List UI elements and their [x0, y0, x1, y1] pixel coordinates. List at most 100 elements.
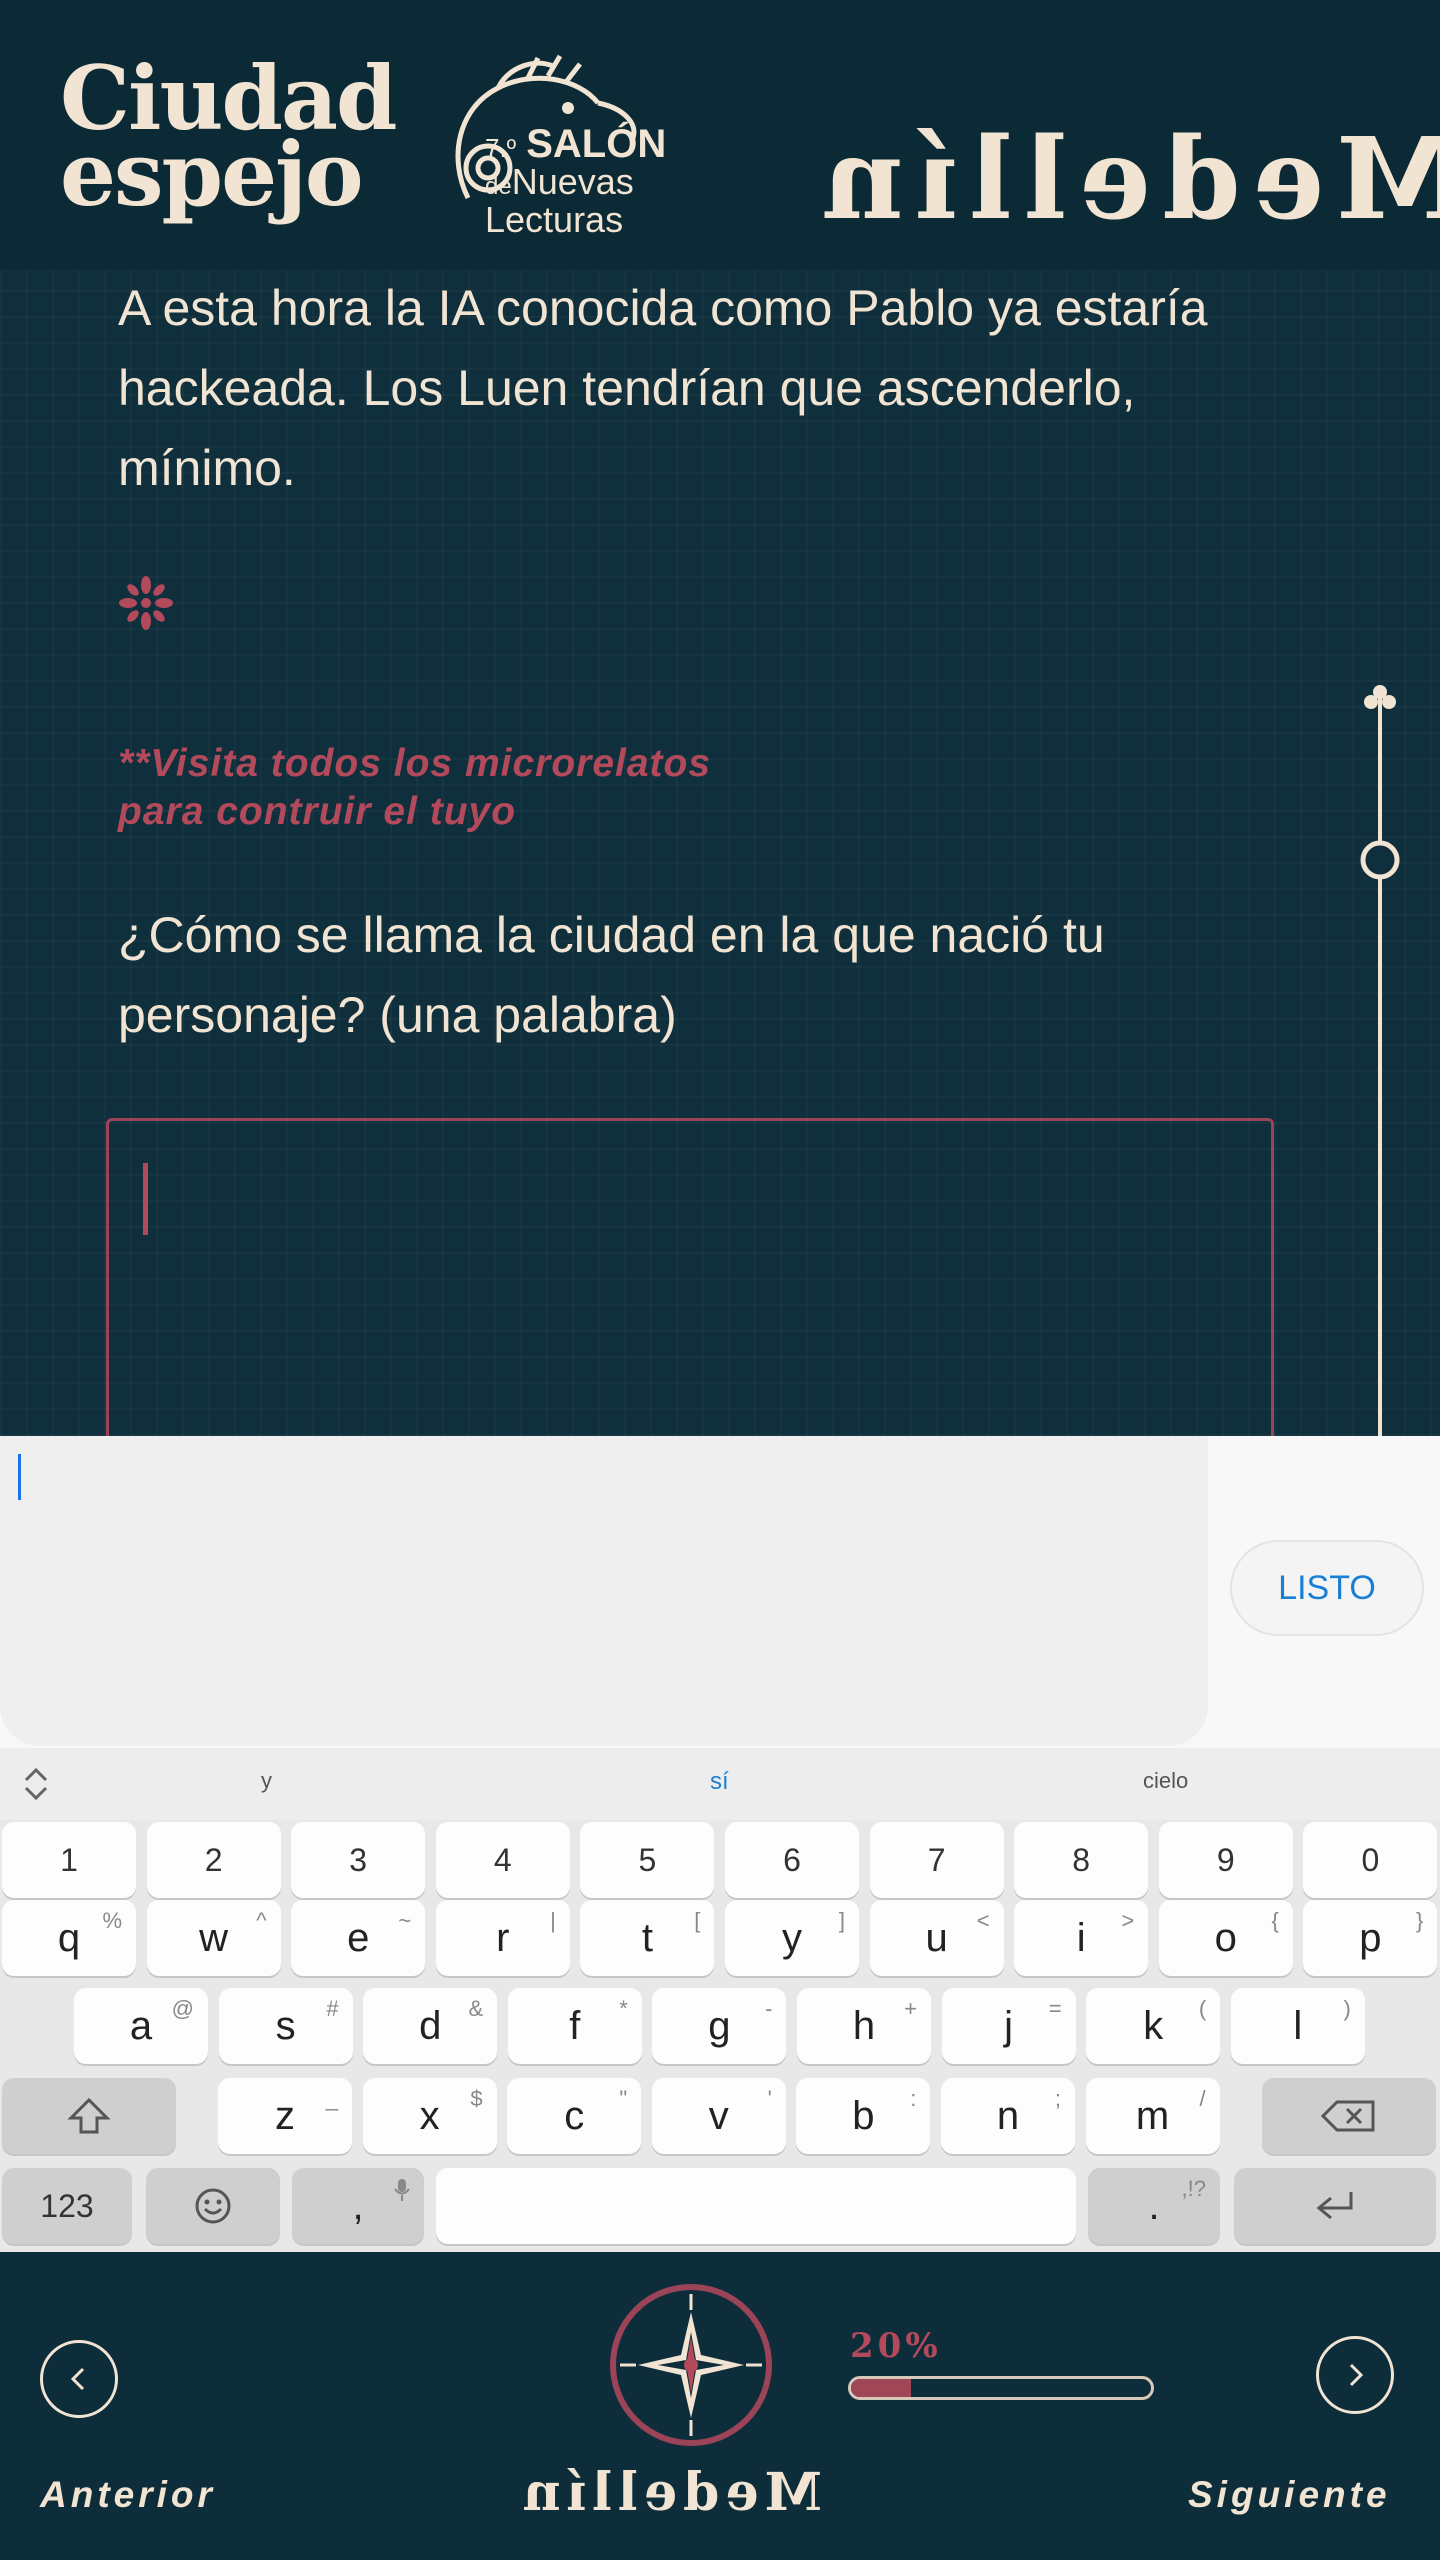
- key-d[interactable]: d &: [363, 1988, 498, 2064]
- timeline-cross-icon: [1364, 685, 1396, 724]
- key-t-label: t: [641, 1915, 653, 1960]
- key-y[interactable]: y]: [725, 1900, 859, 1976]
- key-9-label: 9: [1216, 1841, 1235, 1878]
- key-z[interactable]: z _: [218, 2078, 352, 2154]
- backspace-icon: [1320, 2100, 1375, 2132]
- key-x[interactable]: x $: [362, 2078, 497, 2154]
- collapse-suggestions-icon[interactable]: [18, 1764, 54, 1804]
- key-6[interactable]: 6: [725, 1822, 859, 1898]
- key-u[interactable]: u <: [869, 1900, 1004, 1976]
- key-w[interactable]: w ^: [146, 1900, 281, 1976]
- key-c-label: c: [564, 2093, 585, 2138]
- key-m-label: m: [1135, 2093, 1170, 2138]
- key-l-label: l: [1293, 2003, 1303, 2048]
- compass-rose-icon[interactable]: [608, 2282, 774, 2448]
- enter-icon: [1316, 2192, 1353, 2220]
- key-8[interactable]: 8: [1014, 1822, 1149, 1898]
- previous-label[interactable]: Anterior: [40, 2474, 216, 2516]
- suggestion-center[interactable]: sí: [710, 1768, 729, 1796]
- key-s-label: s: [275, 2003, 296, 2048]
- suggestion-right[interactable]: cielo: [1143, 1768, 1188, 1794]
- comma-label: ,: [352, 2183, 364, 2228]
- key-f[interactable]: f *: [507, 1988, 642, 2064]
- backspace-key[interactable]: [1262, 2078, 1436, 2154]
- question-text: ¿Cómo se llama la ciudad en la que nació…: [118, 907, 1105, 1043]
- key-k-secondary: (: [1198, 1996, 1207, 2021]
- enter-key[interactable]: [1234, 2168, 1436, 2244]
- key-p[interactable]: p}: [1303, 1900, 1438, 1976]
- note-line-1: **Visita todos los microrelatos: [118, 742, 712, 785]
- salon-de: de: [485, 173, 512, 200]
- key-a-secondary: @: [171, 1996, 194, 2021]
- key-a[interactable]: a @: [74, 1988, 208, 2064]
- key-q[interactable]: q%: [2, 1900, 136, 1976]
- next-button[interactable]: [1316, 2336, 1394, 2414]
- key-k-label: k: [1143, 2003, 1164, 2048]
- shift-key[interactable]: [2, 2078, 176, 2154]
- ime-extract-input[interactable]: [0, 1436, 1208, 1746]
- key-6-label: 6: [783, 1841, 801, 1878]
- mode-123-key[interactable]: 123: [2, 2168, 132, 2244]
- key-g[interactable]: g-: [652, 1988, 787, 2064]
- bottom-navigation: Anterior Medellín 20% Siguiente: [0, 2252, 1440, 2560]
- ime-extract-bar: LISTO: [0, 1436, 1440, 1748]
- space-key[interactable]: [436, 2168, 1076, 2244]
- period-alt-label: ,!?: [1181, 2176, 1206, 2201]
- key-h-label: h: [852, 2003, 876, 2048]
- key-b-label: b: [852, 2093, 875, 2138]
- key-q-label: q: [57, 1915, 81, 1960]
- note-line-2: para contruir el tuyo: [118, 790, 517, 833]
- key-o[interactable]: o{: [1158, 1900, 1293, 1976]
- shift-icon: [67, 2097, 111, 2134]
- key-k[interactable]: k(: [1086, 1988, 1221, 2064]
- key-c[interactable]: c ": [507, 2078, 642, 2154]
- key-h[interactable]: h +: [797, 1988, 931, 2064]
- key-7-label: 7: [927, 1841, 946, 1878]
- key-2[interactable]: 2: [146, 1822, 281, 1898]
- key-e[interactable]: e ~: [291, 1900, 426, 1976]
- key-3[interactable]: 3: [291, 1822, 426, 1898]
- number-row: 1 2 3 4 5 6 7 8 9 0: [0, 1822, 1440, 1900]
- key-e-label: e: [347, 1915, 370, 1960]
- key-n[interactable]: n;: [941, 2078, 1075, 2154]
- next-label[interactable]: Siguiente: [1188, 2474, 1391, 2516]
- done-button[interactable]: LISTO: [1230, 1540, 1424, 1636]
- key-0[interactable]: 0: [1303, 1822, 1438, 1898]
- key-v[interactable]: v ': [651, 2078, 786, 2154]
- answer-input[interactable]: [106, 1118, 1274, 1436]
- key-m[interactable]: m /: [1085, 2078, 1220, 2154]
- key-j[interactable]: j =: [941, 1988, 1076, 2064]
- previous-button[interactable]: [40, 2340, 118, 2418]
- key-v-label: v: [708, 2093, 729, 2138]
- key-5[interactable]: 5: [580, 1822, 715, 1898]
- period-key[interactable]: . ,!?: [1088, 2168, 1220, 2244]
- key-0-label: 0: [1361, 1841, 1380, 1878]
- key-m-secondary: /: [1199, 2086, 1206, 2111]
- key-z-label: z: [275, 2093, 295, 2138]
- key-f-label: f: [569, 2003, 581, 2048]
- key-y-label: y: [782, 1915, 802, 1960]
- key-b[interactable]: b:: [796, 2078, 931, 2154]
- key-9[interactable]: 9: [1158, 1822, 1293, 1898]
- key-1[interactable]: 1: [2, 1822, 136, 1898]
- key-i[interactable]: i >: [1014, 1900, 1149, 1976]
- key-e-secondary: ~: [398, 1908, 412, 1933]
- key-g-secondary: -: [765, 1996, 773, 2021]
- key-r[interactable]: r |: [435, 1900, 570, 1976]
- key-7[interactable]: 7: [869, 1822, 1004, 1898]
- key-i-label: i: [1076, 1915, 1086, 1960]
- comma-key[interactable]: ,: [292, 2168, 424, 2244]
- key-t[interactable]: t[: [580, 1900, 715, 1976]
- medellin-mirrored-footer: Medellín: [516, 2462, 822, 2523]
- emoji-key[interactable]: [146, 2168, 280, 2244]
- key-s[interactable]: s #: [218, 1988, 353, 2064]
- suggestion-left[interactable]: y: [261, 1768, 272, 1794]
- key-8-label: 8: [1072, 1841, 1091, 1878]
- timeline-track[interactable]: [1352, 680, 1408, 1436]
- letter-row-1: q% w ^ e ~ r | t[y] u < i > o{p}: [0, 1900, 1440, 1978]
- key-z-secondary: _: [325, 2086, 338, 2111]
- microrelatos-note: **Visita todos los microrelatos para con…: [118, 740, 711, 836]
- key-4[interactable]: 4: [435, 1822, 570, 1898]
- key-l[interactable]: l): [1230, 1988, 1365, 2064]
- key-5-label: 5: [638, 1841, 657, 1878]
